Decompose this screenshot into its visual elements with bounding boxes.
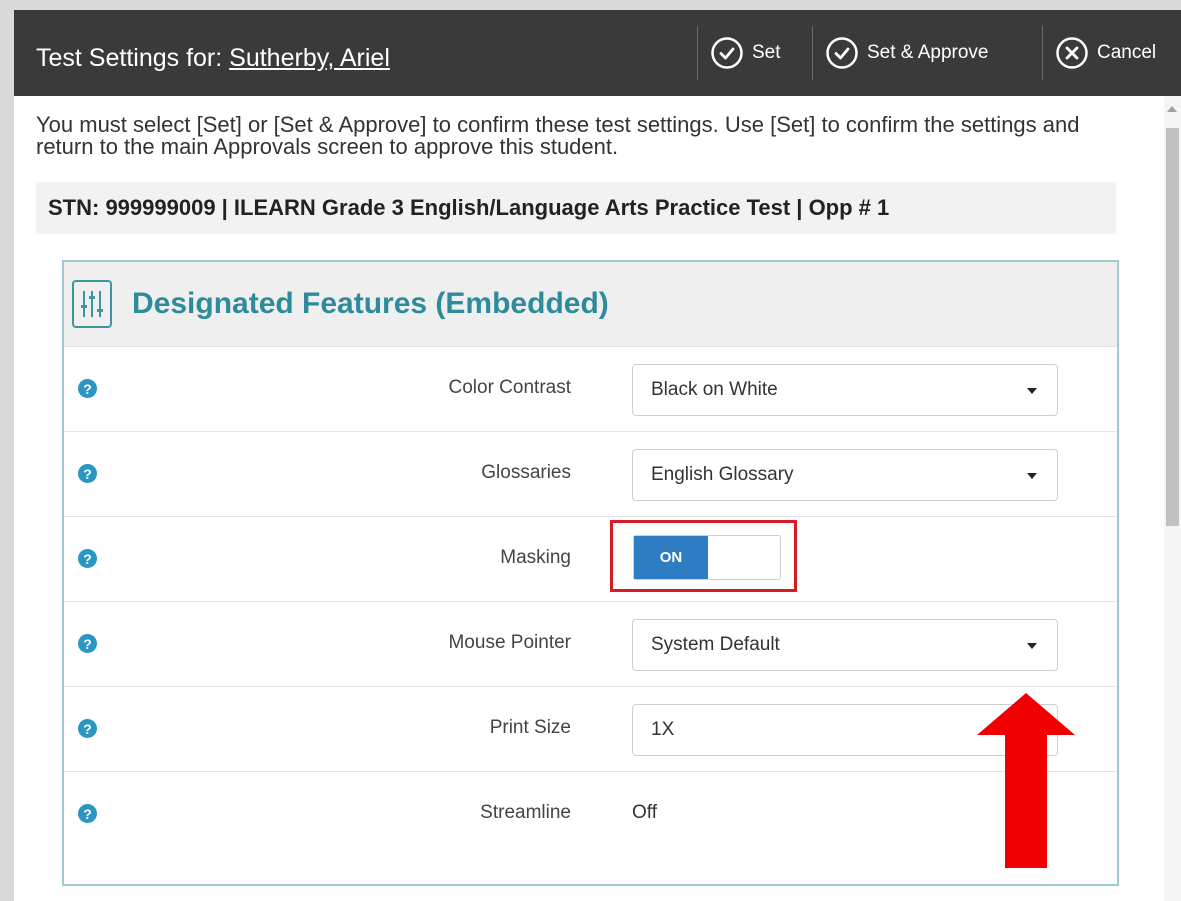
help-icon[interactable]: ? — [78, 634, 97, 653]
select-value: 1X — [651, 719, 675, 740]
help-icon[interactable]: ? — [78, 464, 97, 483]
set-approve-button[interactable]: Set & Approve — [812, 26, 1050, 80]
designated-features-panel: Designated Features (Embedded) ? Color C… — [62, 260, 1119, 886]
cancel-button[interactable]: Cancel — [1042, 26, 1181, 80]
red-arrow-annotation — [977, 693, 1075, 868]
streamline-value: Off — [632, 802, 657, 823]
help-icon[interactable]: ? — [78, 804, 97, 823]
set-button[interactable]: Set — [697, 26, 822, 80]
help-icon[interactable]: ? — [78, 719, 97, 738]
cancel-button-label: Cancel — [1097, 42, 1157, 63]
setting-row-color-contrast: ? Color Contrast Black on White — [64, 347, 1117, 432]
confirm-notice: You must select [Set] or [Set & Approve]… — [36, 112, 1080, 159]
select-value: Black on White — [651, 379, 778, 400]
color-contrast-select[interactable]: Black on White — [632, 364, 1058, 416]
set-approve-button-label: Set & Approve — [867, 42, 989, 63]
toggle-on-state: ON — [634, 536, 708, 579]
setting-row-streamline: ? Streamline Off — [64, 772, 1117, 856]
setting-label: Color Contrast — [448, 377, 572, 398]
setting-label: Streamline — [480, 802, 571, 823]
caret-down-icon — [1027, 388, 1037, 394]
panel-header: Designated Features (Embedded) — [64, 262, 1117, 347]
stn-info-bar: STN: 999999009 | ILEARN Grade 3 English/… — [36, 182, 1116, 234]
highlight-box: ON — [610, 520, 797, 592]
setting-row-mouse-pointer: ? Mouse Pointer System Default — [64, 602, 1117, 687]
setting-label: Masking — [500, 547, 571, 568]
caret-down-icon — [1027, 643, 1037, 649]
help-icon[interactable]: ? — [78, 379, 97, 398]
setting-row-print-size: ? Print Size 1X — [64, 687, 1117, 772]
glossaries-select[interactable]: English Glossary — [632, 449, 1058, 501]
sliders-icon — [72, 280, 112, 328]
setting-row-masking: ? Masking ON — [64, 517, 1117, 602]
mouse-pointer-select[interactable]: System Default — [632, 619, 1058, 671]
setting-label: Glossaries — [481, 462, 571, 483]
check-circle-icon — [710, 36, 744, 70]
caret-down-icon — [1027, 473, 1037, 479]
close-circle-icon — [1055, 36, 1089, 70]
masking-toggle[interactable]: ON — [633, 535, 781, 580]
student-name-link[interactable]: Sutherby, Ariel — [229, 44, 390, 72]
check-circle-icon — [825, 36, 859, 70]
setting-label: Print Size — [489, 717, 571, 738]
dialog-title: Test Settings for: Sutherby, Ariel — [36, 44, 390, 73]
setting-row-glossaries: ? Glossaries English Glossary — [64, 432, 1117, 517]
vertical-scrollbar[interactable] — [1164, 96, 1181, 901]
panel-title: Designated Features (Embedded) — [132, 287, 609, 320]
title-prefix: Test Settings for: — [36, 44, 223, 72]
scrollbar-thumb[interactable] — [1166, 128, 1179, 526]
set-button-label: Set — [752, 42, 781, 63]
help-icon[interactable]: ? — [78, 549, 97, 568]
setting-label: Mouse Pointer — [448, 632, 571, 653]
select-value: English Glossary — [651, 464, 794, 485]
select-value: System Default — [651, 634, 780, 655]
dialog-titlebar: Test Settings for: Sutherby, Ariel Set S… — [14, 10, 1181, 96]
scroll-up-icon[interactable] — [1167, 106, 1177, 112]
